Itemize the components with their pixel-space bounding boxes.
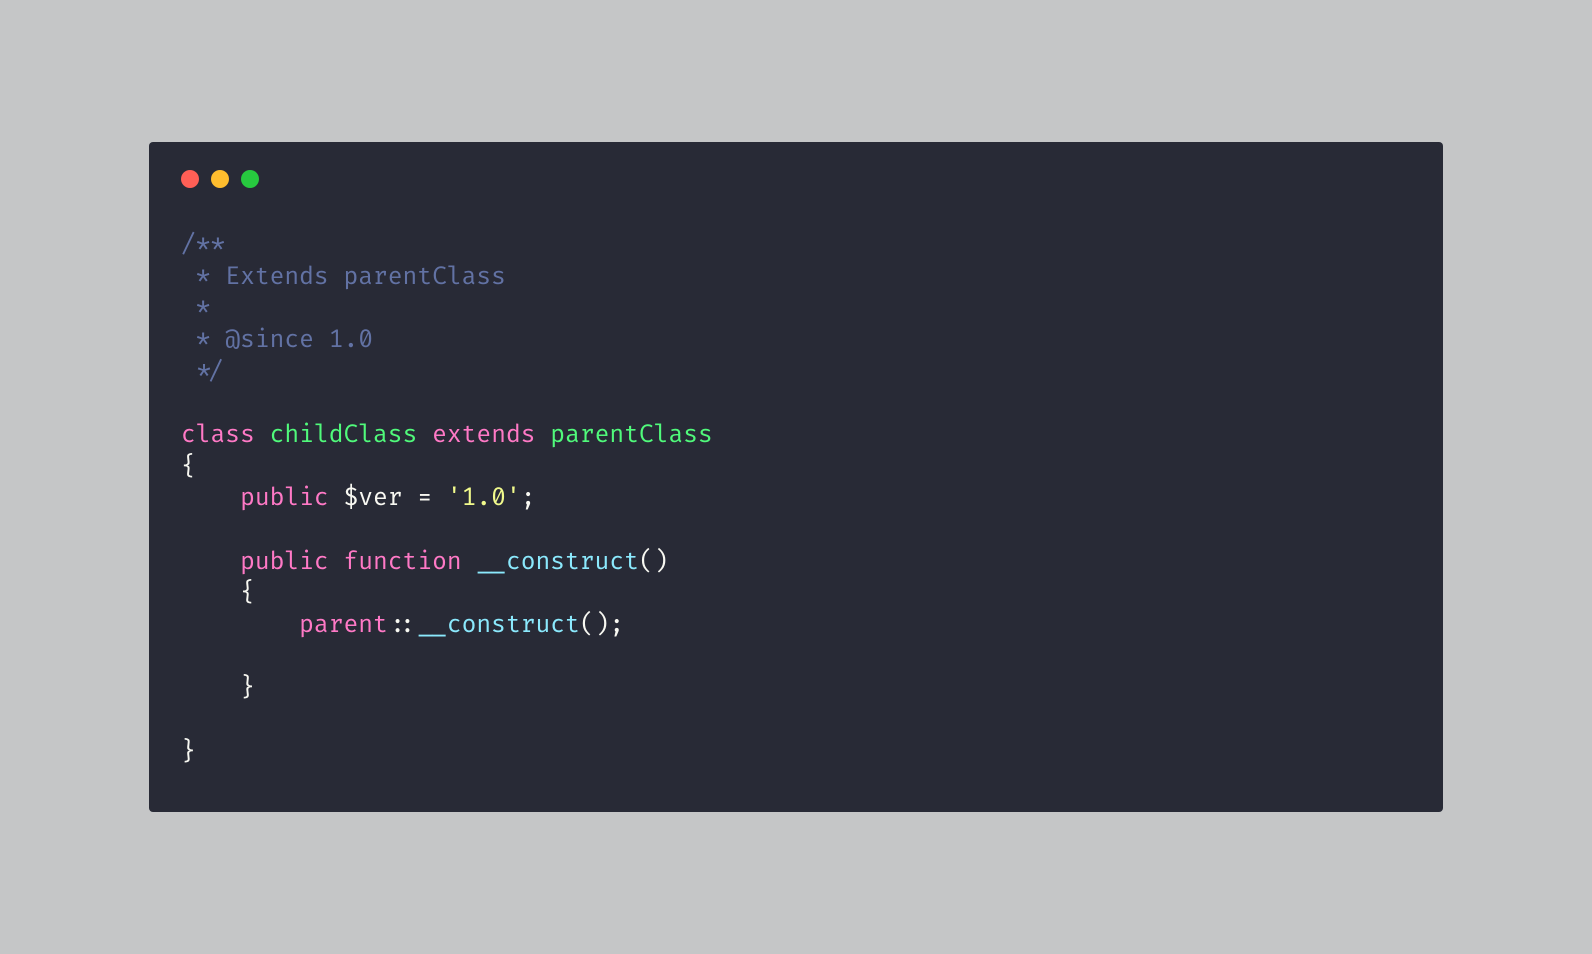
code-function-name: __construct (417, 611, 579, 640)
code-classname: parentClass (550, 421, 712, 450)
code-comment-line: * @since 1.0 (181, 326, 373, 355)
code-semicolon: ; (521, 484, 536, 513)
code-keyword: parent (299, 611, 388, 640)
code-keyword: public (240, 548, 329, 577)
zoom-icon[interactable] (241, 170, 259, 188)
code-brace: } (181, 738, 196, 767)
code-variable: $ver (329, 484, 418, 513)
code-string: '1.0' (432, 484, 521, 513)
code-indent (181, 611, 299, 640)
code-window: /** * Extends parentClass * * @since 1.0… (149, 142, 1443, 812)
code-indent (181, 484, 240, 513)
code-operator: = (417, 484, 432, 513)
code-comment-line: * Extends parentClass (181, 263, 506, 292)
code-function-name: __construct (476, 548, 638, 577)
code-keyword: class (181, 421, 255, 450)
window-titlebar (181, 170, 1411, 188)
code-brace: } (181, 674, 255, 703)
code-comment-line: /** (181, 231, 225, 260)
code-keyword: function (329, 548, 477, 577)
code-paren: () (639, 548, 669, 577)
code-operator: :: (388, 611, 418, 640)
minimize-icon[interactable] (211, 170, 229, 188)
code-block: /** * Extends parentClass * * @since 1.0… (181, 230, 1411, 768)
code-comment-line: */ (181, 358, 225, 387)
code-paren: (); (580, 611, 624, 640)
code-keyword: public (240, 484, 329, 513)
close-icon[interactable] (181, 170, 199, 188)
code-brace: { (181, 579, 255, 608)
code-brace: { (181, 453, 196, 482)
code-comment-line: * (181, 294, 211, 323)
code-keyword: extends (432, 421, 535, 450)
code-classname: childClass (270, 421, 418, 450)
code-indent (181, 548, 240, 577)
